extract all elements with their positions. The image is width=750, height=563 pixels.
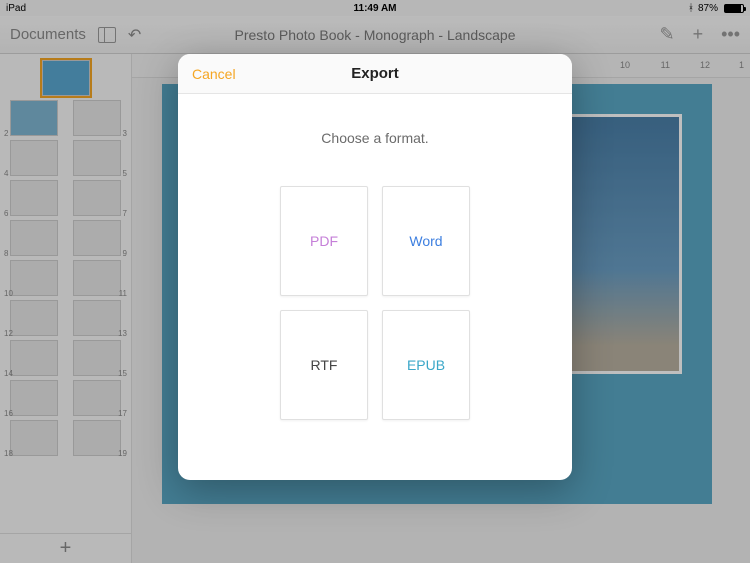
export-format-pdf[interactable]: PDF xyxy=(280,186,368,296)
export-format-rtf[interactable]: RTF xyxy=(280,310,368,420)
modal-subtitle: Choose a format. xyxy=(178,130,572,146)
export-format-word[interactable]: Word xyxy=(382,186,470,296)
export-modal: Cancel Export Choose a format. PDF Word … xyxy=(178,54,572,480)
export-format-epub[interactable]: EPUB xyxy=(382,310,470,420)
cancel-button[interactable]: Cancel xyxy=(192,66,236,82)
modal-title: Export xyxy=(351,65,399,82)
